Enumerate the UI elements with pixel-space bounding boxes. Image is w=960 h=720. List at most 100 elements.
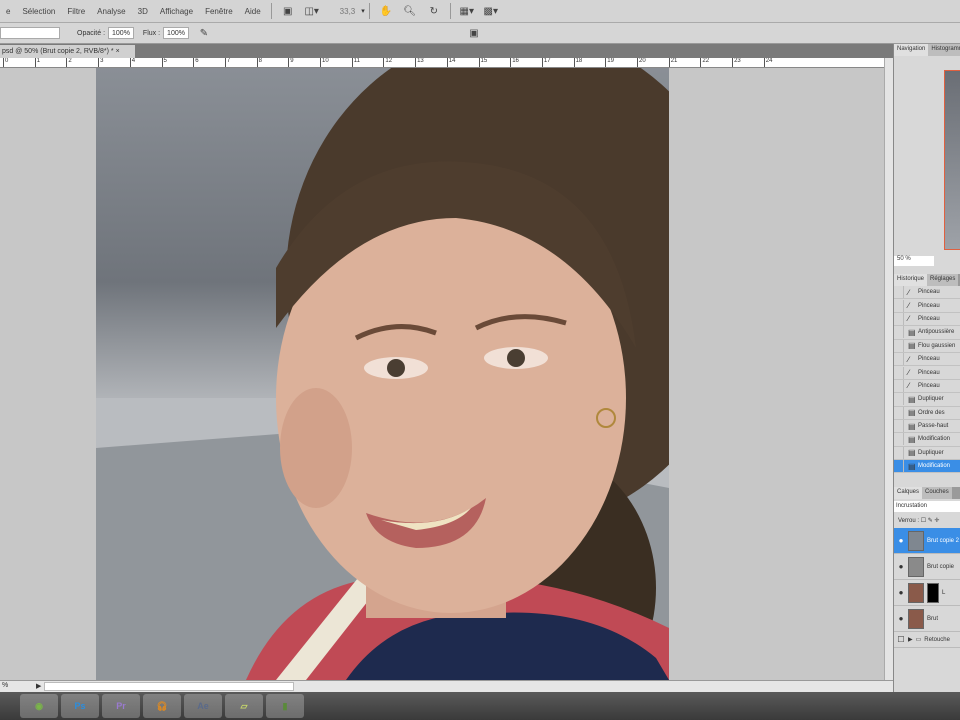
history-item[interactable]: ▤ Passe-haut [894,420,960,434]
layer-row[interactable]: ● Brut [894,606,960,633]
tab-navigation[interactable]: Navigation [894,44,929,56]
taskbar-app-audacity[interactable]: 🎧︎ [143,694,181,718]
photo-portrait[interactable] [96,68,669,680]
status-menu-arrow-icon[interactable]: ▶ [36,682,41,690]
extras-icon[interactable]: ▩▾ [483,4,499,18]
flow-input[interactable]: 100% [163,27,189,39]
opacity-label: Opacité : [77,29,106,37]
eye-icon[interactable]: ● [894,536,908,545]
snapshot-source-checkbox[interactable] [894,446,904,459]
taskbar-app-notes[interactable]: ▱ [225,694,263,718]
expand-arrow-icon[interactable]: ▶ [908,636,913,643]
visibility-toggle[interactable]: ☐ [894,635,908,644]
history-item-label: Pinceau [918,369,940,376]
rotate-view-icon[interactable]: ↻ [426,4,442,18]
snapshot-source-checkbox[interactable] [894,286,904,299]
opacity-input[interactable]: 100% [108,27,134,39]
layer-name: Retouche [924,636,950,643]
snapshot-source-checkbox[interactable] [894,393,904,406]
taskbar-app-camtasia[interactable]: ▮ [266,694,304,718]
menu-3d[interactable]: 3D [138,7,148,16]
menu-fenetre[interactable]: Fenêtre [205,7,233,16]
history-item[interactable]: ▤ Dupliquer [894,393,960,407]
menu-analyse[interactable]: Analyse [97,7,125,16]
layer-row[interactable]: ● L [894,580,960,607]
brush-icon: ∕ [908,301,910,311]
eye-icon[interactable]: ● [894,588,908,597]
brush-panel-icon[interactable]: ▣ [466,26,482,40]
tab-adjustments[interactable]: Réglages [927,274,959,286]
hand-icon[interactable]: ✋ [378,4,394,18]
snapshot-source-checkbox[interactable] [894,433,904,446]
document-icon: ▤ [908,421,916,431]
menu-aide[interactable]: Aide [245,7,261,16]
taskbar-app-spotify[interactable]: ◉ [20,694,58,718]
ruler-tick: 4 [129,58,135,67]
blend-mode-dropdown[interactable]: Incrustation [894,501,960,513]
brush-icon: ∕ [908,354,910,364]
lock-icons[interactable]: ☐ ✎ ✛ [921,518,940,524]
layer-row[interactable]: ● Brut copie 2 [894,528,960,555]
history-item[interactable]: ∕ Pinceau [894,366,960,380]
snapshot-source-checkbox[interactable] [894,353,904,366]
history-item[interactable]: ∕ Pinceau [894,299,960,313]
history-item[interactable]: ∕ Pinceau [894,379,960,394]
horizontal-scrollbar[interactable] [44,682,294,691]
history-item[interactable]: ▤ Antipoussière [894,326,960,340]
bridge-icon[interactable]: ▣ [280,4,296,18]
eye-icon[interactable]: ● [894,614,908,623]
history-item[interactable]: ∕ Pinceau [894,312,960,327]
layer-mask-thumbnail[interactable] [927,582,939,603]
brush-preset-dropdown[interactable] [0,27,60,39]
ruler-tick: 3 [98,58,103,67]
layer-thumbnail [908,608,924,629]
divider [270,3,272,19]
taskbar-app-ae[interactable]: Ae [184,694,222,718]
menu-selection[interactable]: Sélection [22,7,55,16]
chevron-down-icon[interactable]: ▾ [361,7,365,15]
snapshot-source-checkbox[interactable] [894,460,904,473]
snapshot-source-checkbox[interactable] [894,339,904,352]
snapshot-source-checkbox[interactable] [894,406,904,419]
history-item[interactable]: ▤ Dupliquer [894,446,960,461]
document-tab[interactable]: psd @ 50% (Brut copie 2, RVB/8*) * × [0,45,135,58]
screen-mode-icon[interactable]: ◫▾ [304,4,320,18]
ae-icon: Ae [197,701,209,711]
ruler-tick: 15 [478,58,487,67]
vertical-scrollbar[interactable] [884,58,893,680]
arrange-icon[interactable]: ▦▾ [459,4,475,18]
tab-channels[interactable]: Couches [922,487,952,500]
snapshot-source-checkbox[interactable] [894,420,904,433]
options-bar: Opacité : 100% Flux : 100% ✎ ▣ [0,23,960,44]
tab-histogram[interactable]: Histogramme [928,44,960,56]
history-item[interactable]: ▤ Ordre des [894,406,960,420]
taskbar-app-pr[interactable]: Pr [102,694,140,718]
snapshot-source-checkbox[interactable] [894,326,904,339]
taskbar-app-ps[interactable]: Ps [61,694,99,718]
zoom-icon[interactable]: 🔍︎ [402,4,418,18]
snapshot-source-checkbox[interactable] [894,299,904,312]
airbrush-icon[interactable]: ✎ [196,26,212,40]
close-icon[interactable]: × [116,48,120,55]
menu-filtre[interactable]: Filtre [67,7,85,16]
menu-affichage[interactable]: Affichage [160,7,193,16]
history-item[interactable]: ▤ Flou gaussien [894,339,960,353]
layer-group[interactable]: ☐ ▶ ▭ Retouche [894,632,960,649]
document-icon: ▤ [908,394,916,404]
history-item[interactable]: ▤ Modification [894,433,960,447]
history-item[interactable]: ▤ Modification [894,460,960,474]
history-item[interactable]: ∕ Pinceau [894,353,960,367]
zoom-dropdown[interactable]: 33,3 [340,7,356,16]
layer-row[interactable]: ● Brut copie [894,554,960,581]
navigator-view-box[interactable] [944,70,960,250]
snapshot-source-checkbox[interactable] [894,366,904,379]
snapshot-source-checkbox[interactable] [894,312,904,325]
navigator-zoom[interactable]: 50 % [894,256,934,266]
ruler-tick: 17 [541,58,551,67]
tab-history[interactable]: Historique [894,274,928,286]
eye-icon[interactable]: ● [894,562,908,571]
tab-layers[interactable]: Calques [894,487,923,500]
menu-item[interactable]: e [6,7,10,16]
snapshot-source-checkbox[interactable] [894,379,904,392]
history-item[interactable]: ∕ Pinceau [894,286,960,300]
